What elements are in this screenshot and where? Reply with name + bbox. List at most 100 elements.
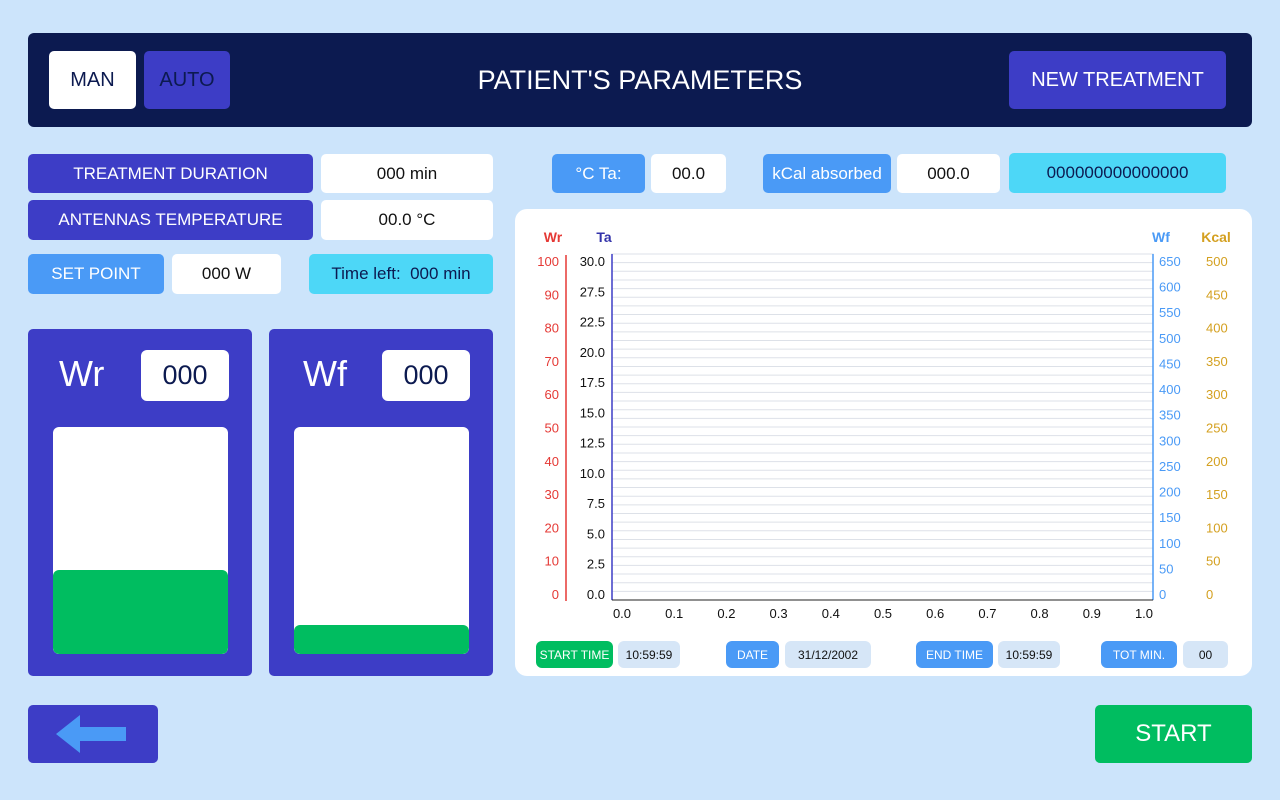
start-time-value: 10:59:59 xyxy=(618,641,680,668)
x-tick-label: 0.9 xyxy=(1083,606,1101,621)
kcal-tick-label: 400 xyxy=(1206,321,1228,336)
wr-tick-label: 10 xyxy=(545,554,559,569)
wf-tick-label: 500 xyxy=(1159,331,1181,346)
ta-tick-label: 15.0 xyxy=(580,405,605,420)
wr-tick-label: 60 xyxy=(545,387,559,402)
kcal-absorbed-value: 000.0 xyxy=(897,154,1000,193)
ta-tick-label: 30.0 xyxy=(580,254,605,269)
x-tick-label: 0.4 xyxy=(822,606,840,621)
x-tick-label: 0.5 xyxy=(874,606,892,621)
wr-tick-label: 80 xyxy=(545,321,559,336)
x-tick-label: 0.0 xyxy=(613,606,631,621)
wf-gauge-value: 000 xyxy=(382,350,470,401)
trend-chart: Wr Ta Wf Kcal100908070605040302010030.027.5… xyxy=(537,229,1231,621)
ta-axis-title: Ta xyxy=(596,229,612,245)
wf-gauge-panel: Wf 000 xyxy=(269,329,493,676)
kcal-tick-label: 0 xyxy=(1206,587,1213,602)
wf-tick-label: 300 xyxy=(1159,433,1181,448)
kcal-absorbed-label: kCal absorbed xyxy=(763,154,891,193)
end-time-label: END TIME xyxy=(916,641,993,668)
header-bar: PATIENT'S PARAMETERS MAN AUTO NEW TREATM… xyxy=(28,33,1252,127)
chart-card: Wr Ta Wf Kcal 100 90 80 70 60 50 40 30 20 10 0 30.0 27.5… xyxy=(515,209,1252,676)
ta-tick-label: 17.5 xyxy=(580,375,605,390)
date-label: DATE xyxy=(726,641,779,668)
wr-tick-label: 20 xyxy=(545,520,559,535)
wf-tick-label: 50 xyxy=(1159,561,1173,576)
wf-tick-label: 150 xyxy=(1159,510,1181,525)
wr-tick-label: 30 xyxy=(545,487,559,502)
ta-label: °C Ta: xyxy=(552,154,645,193)
set-point-value[interactable]: 000 W xyxy=(172,254,281,294)
wf-gauge-fill xyxy=(294,624,469,654)
x-tick-label: 0.7 xyxy=(978,606,996,621)
ta-tick-label: 10.0 xyxy=(580,466,605,481)
wf-tick-label: 450 xyxy=(1159,356,1181,371)
wf-tick-label: 400 xyxy=(1159,382,1181,397)
new-treatment-button[interactable]: NEW TREATMENT xyxy=(1009,51,1226,109)
x-tick-label: 0.2 xyxy=(717,606,735,621)
wr-gauge-fill xyxy=(53,570,228,654)
start-button[interactable]: START xyxy=(1095,705,1252,763)
ta-tick-label: 7.5 xyxy=(587,496,605,511)
wr-gauge-track xyxy=(53,427,228,654)
wf-tick-label: 100 xyxy=(1159,536,1181,551)
wr-tick-label: 70 xyxy=(545,354,559,369)
wr-tick-label: 100 xyxy=(537,254,559,269)
ta-tick-label: 5.0 xyxy=(587,526,605,541)
set-point-label: SET POINT xyxy=(28,254,164,294)
ta-tick-label: 27.5 xyxy=(580,284,605,299)
start-time-label: START TIME xyxy=(536,641,613,668)
man-mode-button[interactable]: MAN xyxy=(49,51,136,109)
kcal-tick-label: 150 xyxy=(1206,487,1228,502)
ta-tick-label: 2.5 xyxy=(587,557,605,572)
wf-gauge-label: Wf xyxy=(303,353,347,394)
kcal-axis-title: Kcal xyxy=(1201,229,1231,245)
wr-gauge-label: Wr xyxy=(59,353,105,394)
treatment-duration-label: TREATMENT DURATION xyxy=(28,154,313,193)
wr-axis-title: Wr xyxy=(544,229,563,245)
time-left-label: Time left: 000 min xyxy=(309,254,493,294)
kcal-tick-label: 250 xyxy=(1206,421,1228,436)
end-time-value: 10:59:59 xyxy=(998,641,1060,668)
wf-tick-label: 350 xyxy=(1159,408,1181,423)
tot-min-label: TOT MIN. xyxy=(1101,641,1177,668)
ta-tick-label: 22.5 xyxy=(580,315,605,330)
treatment-duration-value[interactable]: 000 min xyxy=(321,154,493,193)
kcal-tick-label: 450 xyxy=(1206,287,1228,302)
antennas-temperature-value: 00.0 °C xyxy=(321,200,493,240)
x-tick-label: 0.1 xyxy=(665,606,683,621)
wr-tick-label: 50 xyxy=(545,421,559,436)
kcal-tick-label: 200 xyxy=(1206,454,1228,469)
x-tick-label: 1.0 xyxy=(1135,606,1153,621)
kcal-tick-label: 350 xyxy=(1206,354,1228,369)
ta-value: 00.0 xyxy=(651,154,726,193)
date-value: 31/12/2002 xyxy=(785,641,871,668)
wr-tick-label: 90 xyxy=(545,287,559,302)
antennas-temperature-label: ANTENNAS TEMPERATURE xyxy=(28,200,313,240)
kcal-tick-label: 50 xyxy=(1206,554,1220,569)
back-button[interactable] xyxy=(28,705,158,763)
x-tick-label: 0.3 xyxy=(770,606,788,621)
wr-tick-label: 40 xyxy=(545,454,559,469)
kcal-tick-label: 100 xyxy=(1206,520,1228,535)
ta-tick-label: 0.0 xyxy=(587,587,605,602)
wf-tick-label: 600 xyxy=(1159,280,1181,295)
wf-gauge-track xyxy=(294,427,469,654)
auto-mode-button[interactable]: AUTO xyxy=(144,51,230,109)
x-tick-label: 0.8 xyxy=(1031,606,1049,621)
tot-min-value: 00 xyxy=(1183,641,1228,668)
wf-tick-label: 250 xyxy=(1159,459,1181,474)
kcal-tick-label: 300 xyxy=(1206,387,1228,402)
wf-tick-label: 650 xyxy=(1159,254,1181,269)
arrow-left-icon xyxy=(56,715,126,753)
wf-tick-label: 0 xyxy=(1159,587,1166,602)
wr-gauge-panel: Wr 000 xyxy=(28,329,252,676)
ta-tick-label: 20.0 xyxy=(580,345,605,360)
wf-axis-title: Wf xyxy=(1152,229,1170,245)
kcal-tick-label: 500 xyxy=(1206,254,1228,269)
ta-tick-label: 12.5 xyxy=(580,436,605,451)
wf-tick-label: 200 xyxy=(1159,485,1181,500)
x-tick-label: 0.6 xyxy=(926,606,944,621)
treatment-code: 000000000000000 xyxy=(1009,153,1226,193)
wr-tick-label: 0 xyxy=(552,587,559,602)
